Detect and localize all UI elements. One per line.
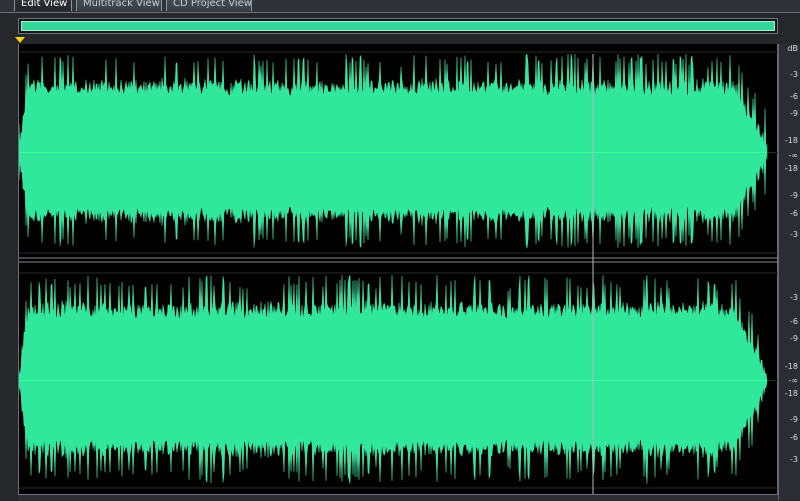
scale-label-bottom-2: -6 bbox=[790, 317, 798, 326]
scale-label-top-9: -3 bbox=[790, 230, 798, 239]
scale-label-bottom-5: -∞ bbox=[788, 376, 798, 385]
scale-label-top-8: -6 bbox=[790, 209, 798, 218]
scale-label-bottom-7: -9 bbox=[790, 415, 798, 424]
overview-range[interactable] bbox=[21, 21, 775, 31]
scale-label-bottom-1: -3 bbox=[790, 293, 798, 302]
scale-label-bottom-6: -18 bbox=[784, 389, 798, 398]
playhead-marker-icon[interactable] bbox=[15, 37, 25, 43]
scale-label-top-unit: dB bbox=[787, 44, 798, 53]
overview-scrollbar[interactable] bbox=[18, 18, 778, 34]
scale-label-bottom-9: -3 bbox=[790, 455, 798, 464]
scale-label-bottom-4: -18 bbox=[784, 362, 798, 371]
waveform-display[interactable] bbox=[18, 44, 779, 500]
amplitude-scale: dB -3 -6 -9 -18 -∞ -18 -9 -6 -3 -3 -6 -9… bbox=[778, 44, 800, 500]
waveform-canvas[interactable] bbox=[19, 44, 779, 500]
tab-multitrack-view[interactable]: Multitrack View bbox=[76, 0, 162, 11]
scale-label-bottom-8: -6 bbox=[790, 433, 798, 442]
view-tabs: Edit View Multitrack View CD Project Vie… bbox=[0, 0, 800, 13]
scale-label-top-5: -∞ bbox=[788, 151, 798, 160]
right-channel-waveform bbox=[19, 274, 768, 484]
scale-label-top-7: -9 bbox=[790, 191, 798, 200]
tab-cd-project-view[interactable]: CD Project View bbox=[166, 0, 252, 11]
tab-edit-view[interactable]: Edit View bbox=[14, 0, 72, 11]
scale-label-top-2: -6 bbox=[790, 92, 798, 101]
scale-label-top-3: -9 bbox=[790, 109, 798, 118]
scale-label-top-4: -18 bbox=[784, 136, 798, 145]
left-channel-waveform bbox=[19, 53, 768, 249]
scale-label-top-1: -3 bbox=[790, 70, 798, 79]
scale-label-top-6: -18 bbox=[784, 164, 798, 173]
scale-label-bottom-3: -9 bbox=[790, 334, 798, 343]
